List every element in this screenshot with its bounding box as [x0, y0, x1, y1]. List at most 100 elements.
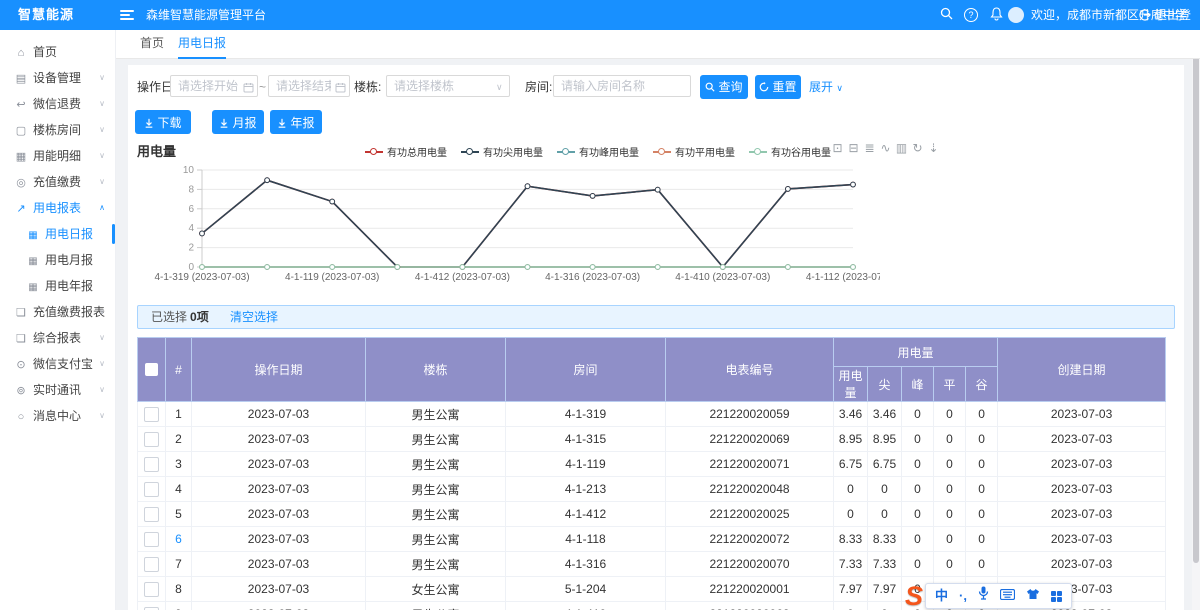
table-row[interactable]: 32023-07-03男生公寓4-1-1192212200200716.756.… [138, 452, 1166, 477]
chevron-down-icon: ∨ [836, 83, 843, 93]
expand-label: 展开 [809, 80, 833, 94]
sidebar-item-device-management[interactable]: ▤设备管理∨ [0, 65, 115, 91]
ime-toolbox-icon[interactable] [1051, 591, 1062, 602]
building-icon: ▢ [14, 118, 28, 144]
sidebar-item-recharge-payment[interactable]: ◎充值缴费∨ [0, 169, 115, 195]
legend-marker-icon [557, 148, 575, 156]
sidebar-item-wechat-alipay[interactable]: ⊙微信支付宝∨ [0, 351, 115, 377]
cell-date: 2023-07-03 [192, 477, 366, 502]
scrollbar-track[interactable] [1192, 30, 1200, 610]
sogou-logo-icon[interactable]: S [905, 581, 923, 610]
ime-punctuation-icon[interactable]: ·, [959, 584, 967, 608]
legend-item[interactable]: 有功峰用电量 [557, 144, 639, 159]
sidebar-item-energy-detail[interactable]: ▦用能明细∨ [0, 143, 115, 169]
chevron-down-icon: ∨ [99, 117, 105, 143]
microphone-icon[interactable] [978, 584, 989, 608]
avatar[interactable] [1008, 7, 1024, 23]
tab-power-daily-report[interactable]: 用电日报 [178, 30, 226, 59]
legend-item[interactable]: 有功尖用电量 [461, 144, 543, 159]
select-all-checkbox[interactable] [145, 363, 158, 376]
row-checkbox[interactable] [144, 457, 159, 472]
cell-usage: 7.97 [834, 577, 868, 602]
bar-chart-icon[interactable]: ▥ [895, 140, 908, 156]
skin-icon[interactable] [1026, 584, 1040, 608]
row-checkbox[interactable] [144, 582, 159, 597]
legend-item[interactable]: 有功谷用电量 [749, 144, 831, 159]
row-checkbox[interactable] [144, 532, 159, 547]
calendar-icon: ▦ [26, 275, 40, 301]
clear-selection-link[interactable]: 清空选择 [230, 310, 278, 324]
row-select-cell[interactable] [138, 427, 166, 452]
line-chart-icon[interactable]: ∿ [879, 140, 892, 156]
table-row[interactable]: 52023-07-03男生公寓4-1-412221220020025000002… [138, 502, 1166, 527]
row-select-cell[interactable] [138, 402, 166, 427]
help-icon[interactable]: ? [963, 7, 979, 23]
sidebar-item-home[interactable]: ⌂首页 [0, 39, 115, 65]
cell-sharp: 7.97 [868, 577, 902, 602]
sidebar-item-label: 用电报表 [33, 201, 81, 215]
row-checkbox[interactable] [144, 482, 159, 497]
search-button[interactable]: 查询 [700, 75, 748, 99]
table-row[interactable]: 12023-07-03男生公寓4-1-3192212200200593.463.… [138, 402, 1166, 427]
row-checkbox[interactable] [144, 507, 159, 522]
building-select[interactable] [386, 75, 510, 97]
sidebar-item-power-daily-report[interactable]: ▦用电日报 [0, 221, 115, 247]
save-image-icon[interactable]: ⇣ [927, 140, 940, 156]
select-all-header[interactable] [138, 338, 166, 402]
data-view-icon[interactable]: ≣ [863, 140, 876, 156]
row-checkbox[interactable] [144, 557, 159, 572]
table-row[interactable]: 62023-07-03男生公寓4-1-1182212200200728.338.… [138, 527, 1166, 552]
monthly-report-label: 月报 [232, 116, 256, 130]
legend-item[interactable]: 有功总用电量 [365, 144, 447, 159]
table-row[interactable]: 42023-07-03男生公寓4-1-213221220020048000002… [138, 477, 1166, 502]
bell-icon[interactable] [988, 7, 1004, 23]
monthly-report-button[interactable]: 月报 [212, 110, 264, 134]
sidebar-item-building-rooms[interactable]: ▢楼栋房间∨ [0, 117, 115, 143]
row-select-cell[interactable] [138, 502, 166, 527]
row-select-cell[interactable] [138, 577, 166, 602]
sidebar-item-message-center[interactable]: ○消息中心∨ [0, 403, 115, 429]
active-indicator [112, 224, 115, 244]
restore-icon[interactable]: ↻ [911, 140, 924, 156]
row-checkbox[interactable] [144, 607, 159, 610]
row-select-cell[interactable] [138, 527, 166, 552]
search-icon[interactable] [938, 7, 954, 23]
download-button[interactable]: 下载 [135, 110, 191, 134]
logout-button[interactable]: 退出登录 [1139, 0, 1200, 60]
cell-building: 男生公寓 [366, 452, 506, 477]
sidebar-item-comprehensive-reports[interactable]: ❏综合报表∨ [0, 325, 115, 351]
menu-collapse-icon[interactable] [120, 8, 134, 22]
keyboard-icon[interactable] [1000, 584, 1015, 608]
row-select-cell[interactable] [138, 602, 166, 610]
zoom-reset-icon[interactable]: ⊟ [847, 140, 860, 156]
sidebar-item-wechat-refund[interactable]: ↩微信退费∨ [0, 91, 115, 117]
room-input[interactable] [553, 75, 691, 97]
line-chart[interactable]: 02468104-1-319 (2023-07-03)4-1-119 (2023… [130, 158, 880, 288]
row-checkbox[interactable] [144, 432, 159, 447]
row-checkbox[interactable] [144, 407, 159, 422]
reset-button[interactable]: 重置 [755, 75, 801, 99]
sidebar-item-power-reports[interactable]: ↗用电报表∧ [0, 195, 115, 221]
sidebar-item-recharge-reports[interactable]: ❏充值缴费报表∨ [0, 299, 115, 325]
tab-home[interactable]: 首页 [140, 30, 164, 57]
table-row[interactable]: 22023-07-03男生公寓4-1-3152212200200698.958.… [138, 427, 1166, 452]
expand-link[interactable]: 展开 ∨ [809, 75, 843, 100]
row-select-cell[interactable] [138, 452, 166, 477]
table-row[interactable]: 72023-07-03男生公寓4-1-3162212200200707.337.… [138, 552, 1166, 577]
sidebar-item-power-yearly-report[interactable]: ▦用电年报 [0, 273, 115, 299]
sidebar-item-label: 充值缴费报表 [33, 305, 105, 319]
sidebar-item-realtime-communication[interactable]: ⊚实时通讯∨ [0, 377, 115, 403]
cell-meter: 221220020048 [666, 477, 834, 502]
legend-item[interactable]: 有功平用电量 [653, 144, 735, 159]
scrollbar-thumb[interactable] [1193, 35, 1199, 563]
yearly-report-button[interactable]: 年报 [270, 110, 322, 134]
ime-chinese-mode-icon[interactable]: 中 [935, 584, 948, 608]
cell-room: 4-1-118 [506, 527, 666, 552]
col-flat: 平 [934, 367, 966, 402]
chevron-down-icon: ∨ [99, 143, 105, 169]
row-select-cell[interactable] [138, 477, 166, 502]
data-zoom-icon[interactable]: ⊡ [831, 140, 844, 156]
row-select-cell[interactable] [138, 552, 166, 577]
chevron-down-icon: ∨ [99, 403, 105, 429]
sidebar-item-power-monthly-report[interactable]: ▦用电月报 [0, 247, 115, 273]
